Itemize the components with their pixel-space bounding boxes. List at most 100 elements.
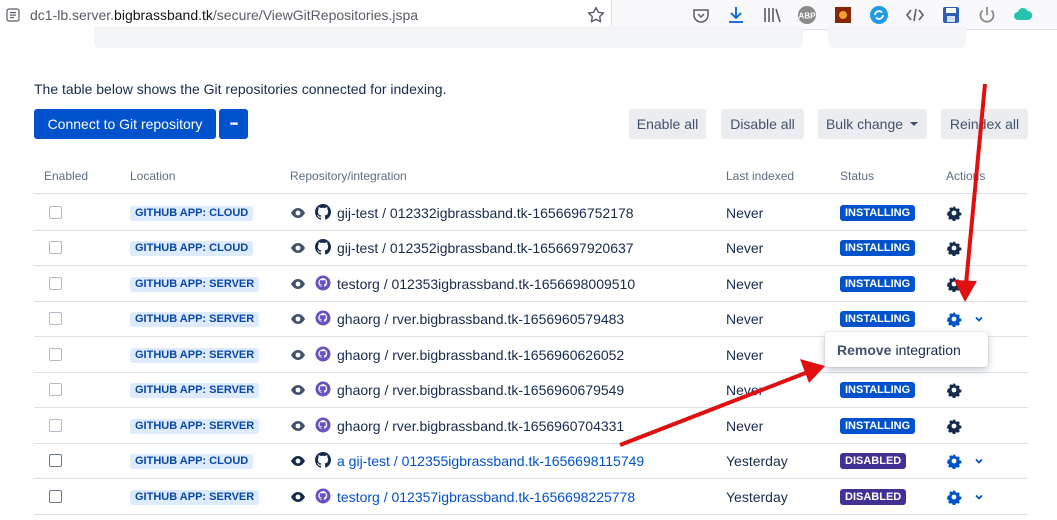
last-indexed: Never bbox=[726, 347, 764, 363]
status-lozenge: INSTALLING bbox=[840, 240, 916, 256]
status-lozenge: DISABLED bbox=[840, 489, 907, 505]
repository-name[interactable]: a gij-test / 012355igbrassband.tk-165669… bbox=[337, 453, 644, 469]
github-app-icon bbox=[315, 275, 331, 291]
adblock-icon[interactable]: ABP bbox=[796, 4, 818, 26]
last-indexed: Never bbox=[726, 382, 764, 398]
location-lozenge: GITHUB APP: CLOUD bbox=[130, 454, 254, 469]
bulk-change-button[interactable]: Bulk change bbox=[818, 109, 927, 139]
extension-icon[interactable] bbox=[832, 4, 854, 26]
chevron-down-icon[interactable] bbox=[973, 491, 985, 503]
gear-icon[interactable] bbox=[946, 240, 962, 256]
url-path: /secure/ViewGitRepositories.jspa bbox=[212, 7, 419, 23]
devtools-icon[interactable] bbox=[904, 4, 926, 26]
repository-name: ghaorg / rver.bigbrassband.tk-1656960704… bbox=[337, 418, 625, 434]
repository-name[interactable]: testorg / 012357igbrassband.tk-165669822… bbox=[337, 489, 635, 505]
bookmark-star-icon[interactable] bbox=[586, 5, 606, 25]
github-app-icon bbox=[315, 488, 331, 504]
github-app-icon bbox=[315, 346, 331, 362]
enabled-checkbox[interactable] bbox=[49, 206, 62, 219]
page-info-icon[interactable] bbox=[6, 8, 20, 22]
last-indexed: Never bbox=[726, 311, 764, 327]
bulk-change-label: Bulk change bbox=[825, 116, 904, 132]
save-icon[interactable] bbox=[940, 4, 962, 26]
sync-icon[interactable] bbox=[868, 4, 890, 26]
table-row: GITHUB APP: SERVER ghaorg / rver.bigbrass… bbox=[0, 372, 1057, 407]
col-repository: Repository/integration bbox=[290, 169, 407, 183]
github-icon bbox=[315, 452, 331, 468]
repository-name: ghaorg / rver.bigbrassband.tk-1656960626… bbox=[337, 347, 625, 363]
enable-all-button[interactable]: Enable all bbox=[629, 109, 706, 139]
enabled-checkbox[interactable] bbox=[49, 454, 62, 467]
location-lozenge: GITHUB APP: SERVER bbox=[130, 419, 260, 434]
repository-name: ghaorg / rver.bigbrassband.tk-1656960679… bbox=[337, 382, 625, 398]
library-icon[interactable] bbox=[761, 4, 783, 26]
table-row: GITHUB APP: CLOUD gij-test / 012332igbras… bbox=[0, 195, 1057, 230]
url-text: dc1-lb.server.bigbrassband.tk/secure/Vie… bbox=[30, 7, 418, 23]
last-indexed: Never bbox=[726, 240, 764, 256]
reindex-all-button[interactable]: Reindex all bbox=[941, 109, 1028, 139]
eye-icon[interactable] bbox=[290, 489, 306, 505]
cloud-icon[interactable] bbox=[1012, 4, 1034, 26]
eye-icon[interactable] bbox=[290, 453, 306, 469]
last-indexed: Never bbox=[726, 205, 764, 221]
repository-name: testorg / 012353igbrassband.tk-165669800… bbox=[337, 276, 636, 292]
location-lozenge: GITHUB APP: SERVER bbox=[130, 490, 260, 505]
top-panel-right bbox=[828, 26, 966, 48]
enabled-checkbox[interactable] bbox=[49, 277, 62, 290]
github-app-icon bbox=[315, 310, 331, 326]
url-prefix: dc1-lb.server. bbox=[30, 7, 115, 23]
status-lozenge: DISABLED bbox=[840, 453, 907, 469]
last-indexed: Yesterday bbox=[726, 453, 788, 469]
status-lozenge: INSTALLING bbox=[840, 382, 916, 398]
col-last-indexed: Last indexed bbox=[726, 169, 795, 183]
remove-integration-menu-item[interactable]: Remove integration bbox=[837, 342, 961, 358]
enabled-checkbox[interactable] bbox=[49, 383, 62, 396]
eye-icon[interactable] bbox=[290, 382, 306, 398]
gear-icon[interactable] bbox=[946, 311, 962, 327]
status-lozenge: INSTALLING bbox=[840, 311, 916, 327]
gear-icon[interactable] bbox=[946, 453, 962, 469]
location-lozenge: GITHUB APP: CLOUD bbox=[130, 241, 254, 256]
more-actions-button[interactable]: ••• bbox=[219, 109, 248, 139]
repository-name: gij-test / 012352igbrassband.tk-16566979… bbox=[337, 240, 634, 256]
col-location: Location bbox=[130, 169, 176, 183]
last-indexed: Never bbox=[726, 276, 764, 292]
gear-icon[interactable] bbox=[946, 205, 962, 221]
remove-integration-rest: integration bbox=[895, 341, 961, 358]
col-actions: Actions bbox=[946, 169, 986, 183]
table-row: GITHUB APP: SERVER testorg / 012357igbras… bbox=[0, 479, 1057, 514]
location-lozenge: GITHUB APP: SERVER bbox=[130, 348, 260, 363]
enabled-checkbox[interactable] bbox=[49, 419, 62, 432]
eye-icon[interactable] bbox=[290, 347, 306, 363]
disable-all-button[interactable]: Disable all bbox=[721, 109, 804, 139]
col-status: Status bbox=[840, 169, 875, 183]
power-icon[interactable] bbox=[976, 4, 998, 26]
enabled-checkbox[interactable] bbox=[49, 241, 62, 254]
enabled-checkbox[interactable] bbox=[49, 348, 62, 361]
eye-icon[interactable] bbox=[290, 240, 306, 256]
gear-icon[interactable] bbox=[946, 382, 962, 398]
github-app-icon bbox=[315, 417, 331, 433]
top-panel-left bbox=[94, 26, 803, 48]
repository-name: gij-test / 012332igbrassband.tk-16566967… bbox=[337, 205, 634, 221]
eye-icon[interactable] bbox=[290, 311, 306, 327]
eye-icon[interactable] bbox=[290, 276, 306, 292]
gear-icon[interactable] bbox=[946, 276, 962, 292]
header-divider bbox=[34, 193, 1028, 194]
chevron-down-icon[interactable] bbox=[973, 313, 985, 325]
eye-icon[interactable] bbox=[290, 205, 306, 221]
table-row: GITHUB APP: CLOUD gij-test / 012352igbras… bbox=[0, 230, 1057, 265]
col-enabled: Enabled bbox=[44, 169, 89, 183]
connect-repository-button[interactable]: Connect to Git repository bbox=[34, 109, 216, 139]
status-lozenge: INSTALLING bbox=[840, 276, 916, 292]
gear-icon[interactable] bbox=[946, 489, 962, 505]
gear-icon[interactable] bbox=[946, 418, 962, 434]
github-icon bbox=[315, 204, 331, 220]
chevron-down-icon[interactable] bbox=[973, 455, 985, 467]
eye-icon[interactable] bbox=[290, 418, 306, 434]
pocket-icon[interactable] bbox=[690, 4, 712, 26]
download-icon[interactable] bbox=[725, 4, 747, 26]
enabled-checkbox[interactable] bbox=[49, 490, 62, 503]
enabled-checkbox[interactable] bbox=[49, 312, 62, 325]
intro-text: The table below shows the Git repositori… bbox=[34, 81, 447, 97]
